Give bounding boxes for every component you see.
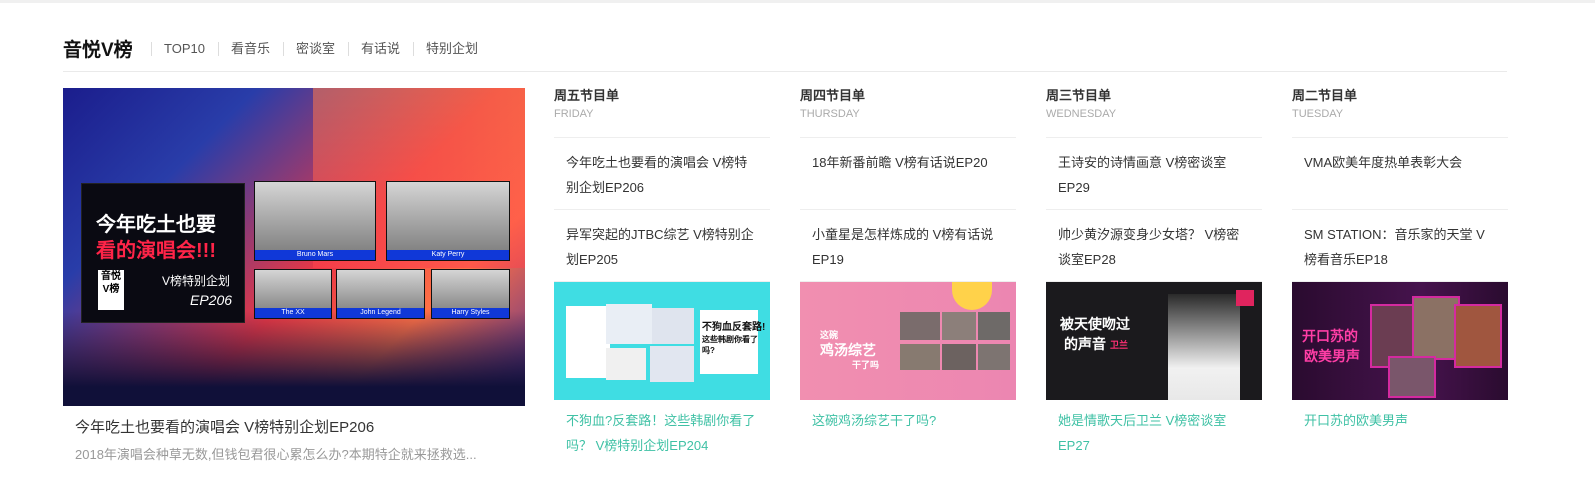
episode-thumbnail[interactable]: 这碗 鸡汤综艺 干了吗 [800,282,1016,400]
artist-photo: John Legend [336,269,425,319]
show-photo [978,312,1010,340]
episode-thumbnail[interactable]: 被天使吻过 的声音 卫兰 [1046,282,1262,400]
episode-thumbnail[interactable]: 开口苏的 欧美男声 [1292,282,1508,400]
vchart-logo: 音悦V榜 [98,270,124,310]
day-subtitle: THURSDAY [800,108,860,120]
day-subtitle: WEDNESDAY [1046,108,1117,120]
episode-thumbnail[interactable]: 不狗血反套路! 这些韩剧你看了吗? [554,282,770,400]
thumb-text: 这些韩剧你看了吗? [702,335,758,355]
drama-still [606,348,646,380]
show-photo [942,344,976,370]
nav-item-special[interactable]: 特别企划 [413,42,491,56]
brand-mark [1236,290,1254,306]
thumb-text: 欧美男声 [1304,348,1360,364]
episode-link[interactable]: SM STATION：音乐家的天堂 V榜看音乐EP18 [1292,210,1508,282]
show-photo [942,312,976,340]
episode-list: 18年新番前瞻 V榜有话说EP20 小童星是怎样炼成的 V榜有话说EP19 [800,137,1016,282]
episode-link[interactable]: 王诗安的诗情画意 V榜密谈室EP29 [1046,138,1262,210]
featured-video-thumbnail[interactable]: 今年吃土也要 看的演唱会!!! 音悦V榜 V榜特别企划 EP206 Bruno … [63,88,525,406]
singer-photo [1388,356,1436,398]
thumb-text: 卫兰 [1110,340,1129,350]
drama-still [652,308,694,344]
singer-photo [1412,296,1460,360]
schedule-column-wednesday: 周三节目单 WEDNESDAY 王诗安的诗情画意 V榜密谈室EP29 帅少黄汐源… [1046,88,1262,458]
day-title: 周四节目单 [800,88,866,103]
artist-photo: Bruno Mars [254,181,376,261]
episode-link[interactable]: 小童星是怎样炼成的 V榜有话说EP19 [800,210,1016,282]
show-photo [900,344,940,370]
thumbnail-title[interactable]: 开口苏的欧美男声 [1292,408,1508,433]
featured-title[interactable]: 今年吃土也要看的演唱会 V榜特别企划EP206 [75,416,505,437]
day-title: 周五节目单 [554,88,620,103]
episode-link[interactable]: 异军突起的JTBC综艺 V榜特别企划EP205 [554,210,770,282]
episode-link[interactable]: 18年新番前瞻 V榜有话说EP20 [800,138,1016,210]
episode-link[interactable]: 帅少黄汐源变身少女塔？ V榜密谈室EP28 [1046,210,1262,282]
thumb-text: 开口苏的 [1302,328,1358,344]
poster-line-1: 今年吃土也要 [96,214,216,236]
section-header: 音悦V榜 TOP10 看音乐 密谈室 有话说 特别企划 [63,33,1507,72]
nav-item-secret-room[interactable]: 密谈室 [282,42,348,56]
poster-line-2: 看的演唱会!!! [96,240,216,262]
schedule-column-friday: 周五节目单 FRIDAY 今年吃土也要看的演唱会 V榜特别企划EP206 异军突… [554,88,770,458]
day-title: 周三节目单 [1046,88,1112,103]
episode-list: 今年吃土也要看的演唱会 V榜特别企划EP206 异军突起的JTBC综艺 V榜特别… [554,137,770,282]
featured-description: 2018年演唱会种草无数,但钱包君很心累怎么办?本期特企就来拯救选... [75,447,477,462]
show-photo [900,312,940,340]
schedule-column-thursday: 周四节目单 THURSDAY 18年新番前瞻 V榜有话说EP20 小童星是怎样炼… [800,88,1016,433]
thumb-text: 鸡汤综艺 [820,342,876,358]
section-title[interactable]: 音悦V榜 [63,35,133,62]
thumbnail-title[interactable]: 她是情歌天后卫兰 V榜密谈室EP27 [1046,408,1262,458]
drama-still [606,304,652,344]
nav-item-top10[interactable]: TOP10 [151,42,218,56]
episode-link[interactable]: 今年吃土也要看的演唱会 V榜特别企划EP206 [554,138,770,210]
day-title: 周二节目单 [1292,88,1358,103]
featured-poster: 今年吃土也要 看的演唱会!!! 音悦V榜 V榜特别企划 EP206 [81,183,245,323]
singer-portrait [1168,294,1240,400]
schedule-column-tuesday: 周二节目单 TUESDAY VMA欧美年度热单表彰大会 SM STATION：音… [1292,88,1508,433]
thumbnail-title[interactable]: 这碗鸡汤综艺干了吗? [800,408,1016,433]
singer-photo [1454,304,1502,368]
thumbnail-title[interactable]: 不狗血?反套路！这些韩剧你看了吗？ V榜特别企划EP204 [554,408,770,458]
decor-shape [952,282,992,310]
artist-photo: Katy Perry [386,181,510,261]
day-subtitle: TUESDAY [1292,108,1344,120]
drama-still [650,346,694,382]
artist-photo: The XX [254,269,332,319]
poster-episode: EP206 [190,292,233,308]
top-divider [0,0,1595,3]
thumb-text: 不狗血反套路! [702,322,766,333]
episode-link[interactable]: VMA欧美年度热单表彰大会 [1292,138,1508,210]
thumb-text: 被天使吻过 [1060,316,1130,332]
artist-photo: Harry Styles [431,269,510,319]
thumb-text: 的声音 [1064,336,1106,352]
thumb-text: 干了吗 [852,360,880,370]
drama-still [566,306,610,378]
nav-item-watch-music[interactable]: 看音乐 [217,42,283,56]
day-subtitle: FRIDAY [554,108,594,120]
episode-list: 王诗安的诗情画意 V榜密谈室EP29 帅少黄汐源变身少女塔？ V榜密谈室EP28 [1046,137,1262,282]
show-photo [978,344,1010,370]
section-nav: TOP10 看音乐 密谈室 有话说 特别企划 [151,42,491,56]
episode-list: VMA欧美年度热单表彰大会 SM STATION：音乐家的天堂 V榜看音乐EP1… [1292,137,1508,282]
nav-item-talk[interactable]: 有话说 [347,42,413,56]
crowd-silhouette [63,311,525,406]
poster-series: V榜特别企划 [162,274,231,288]
